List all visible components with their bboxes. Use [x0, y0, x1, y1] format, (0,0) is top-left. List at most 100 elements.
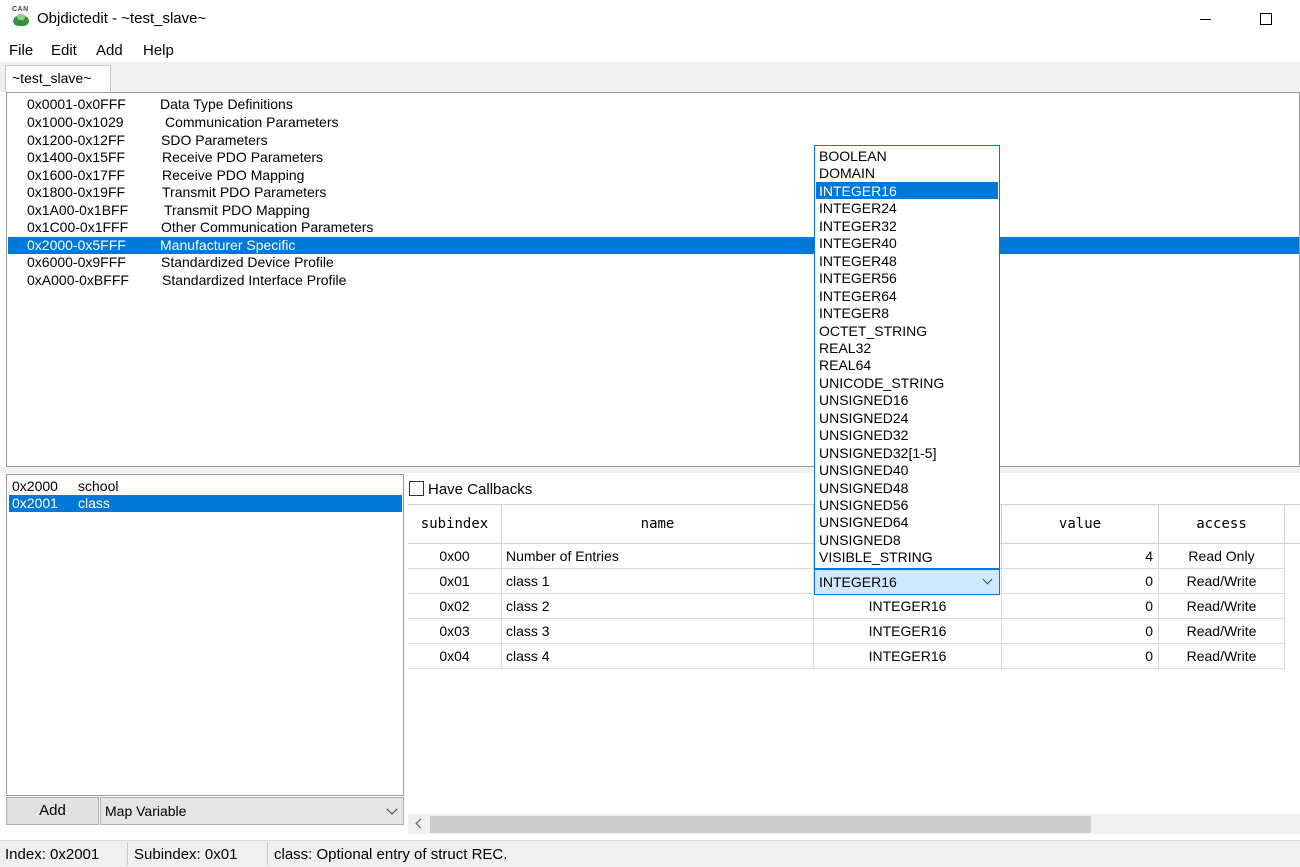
minimize-button[interactable]	[1195, 10, 1217, 28]
entry-row-selected[interactable]: 0x2001 class	[9, 495, 402, 512]
menu-bar: File Edit Add Help	[0, 38, 1300, 62]
type-option[interactable]: UNSIGNED24	[816, 409, 998, 427]
type-option[interactable]: REAL64	[816, 356, 998, 374]
range-row[interactable]: 0x6000-0x9FFF Standardized Device Profile	[8, 254, 1299, 272]
cell-access[interactable]: Read/Write	[1159, 644, 1285, 669]
header-access[interactable]: access	[1159, 504, 1285, 544]
cell-access[interactable]: Read/Write	[1159, 619, 1285, 644]
cell-type[interactable]: INTEGER16	[814, 594, 1002, 619]
menu-help[interactable]: Help	[143, 42, 174, 59]
header-name[interactable]: name	[502, 504, 814, 544]
cell-subindex[interactable]: 0x04	[408, 644, 502, 669]
menu-file[interactable]: File	[9, 42, 33, 59]
header-subindex[interactable]: subindex	[408, 504, 502, 544]
type-option[interactable]: UNICODE_STRING	[816, 374, 998, 392]
range-row[interactable]: 0x1A00-0x1BFF Transmit PDO Mapping	[8, 201, 1299, 220]
range-row[interactable]: 0xA000-0xBFFF Standardized Interface Prof…	[8, 271, 1299, 290]
type-option[interactable]: VISIBLE_STRING	[816, 548, 998, 566]
range-desc: Transmit PDO Parameters	[162, 184, 327, 200]
range-row[interactable]: 0x1800-0x19FF Transmit PDO Parameters	[8, 184, 1299, 202]
range-row[interactable]: 0x1C00-0x1FFF Other Communication Paramet…	[8, 219, 1299, 237]
range-code: 0xA000-0xBFFF	[27, 271, 129, 288]
map-variable-value: Map Variable	[105, 803, 187, 819]
cell-subindex[interactable]: 0x01	[408, 569, 502, 594]
type-option[interactable]: UNSIGNED16	[816, 391, 998, 409]
cell-name[interactable]: Number of Entries	[502, 544, 814, 569]
type-option[interactable]: INTEGER56	[816, 269, 998, 287]
cell-value[interactable]: 0	[1002, 619, 1159, 644]
type-option[interactable]: OCTET_STRING	[816, 322, 998, 340]
range-row[interactable]: 0x1200-0x12FF SDO Parameters	[8, 131, 1299, 150]
cell-name[interactable]: class 1	[502, 569, 814, 594]
header-value[interactable]: value	[1002, 504, 1159, 544]
type-combo-value: INTEGER16	[819, 574, 897, 590]
entry-list[interactable]: 0x2000 school 0x2001 class	[6, 474, 404, 796]
range-desc: Manufacturer Specific	[160, 236, 296, 253]
cell-name[interactable]: class 2	[502, 594, 814, 619]
type-option[interactable]: INTEGER40	[816, 234, 998, 252]
type-option[interactable]: REAL32	[816, 339, 998, 357]
status-separator	[127, 843, 128, 865]
range-row[interactable]: 0x1000-0x1029 Communication Parameters	[8, 114, 1299, 132]
range-row[interactable]: 0x1400-0x15FF Receive PDO Parameters	[8, 149, 1299, 167]
type-option[interactable]: BOOLEAN	[816, 147, 998, 165]
tab-label: ~test_slave~	[12, 70, 92, 86]
have-callbacks-label: Have Callbacks	[428, 481, 533, 498]
type-option[interactable]: UNSIGNED64	[816, 513, 998, 531]
type-option[interactable]: UNSIGNED8	[816, 531, 998, 549]
type-option[interactable]: UNSIGNED56	[816, 496, 998, 514]
cell-name[interactable]: class 3	[502, 619, 814, 644]
maximize-button[interactable]	[1255, 10, 1277, 28]
type-dropdown-list[interactable]: BOOLEAN DOMAIN INTEGER16 INTEGER24 INTEGER32…	[814, 145, 1000, 569]
scrollbar-thumb[interactable]	[430, 816, 1091, 833]
type-option[interactable]: INTEGER32	[816, 217, 998, 235]
range-code: 0x0001-0x0FFF	[27, 96, 126, 112]
cell-type[interactable]: INTEGER16	[814, 619, 1002, 644]
add-button[interactable]: Add	[6, 797, 99, 825]
range-code: 0x1000-0x1029	[27, 114, 124, 130]
index-range-list[interactable]: 0x0001-0x0FFF Data Type Definitions 0x100…	[6, 92, 1300, 467]
range-code: 0x1A00-0x1BFF	[27, 201, 129, 218]
type-option[interactable]: UNSIGNED32[1-5]	[816, 444, 998, 462]
menu-edit[interactable]: Edit	[51, 42, 77, 59]
cell-subindex[interactable]: 0x03	[408, 619, 502, 644]
range-row-selected[interactable]: 0x2000-0x5FFF Manufacturer Specific	[8, 236, 1299, 254]
cell-type[interactable]: INTEGER16	[814, 644, 1002, 669]
menu-add[interactable]: Add	[96, 42, 123, 59]
cell-value[interactable]: 0	[1002, 594, 1159, 619]
cell-name[interactable]: class 4	[502, 644, 814, 669]
entry-index: 0x2000	[12, 478, 58, 494]
type-option[interactable]: UNSIGNED40	[816, 461, 998, 479]
range-code: 0x6000-0x9FFF	[27, 254, 126, 270]
type-option[interactable]: UNSIGNED48	[816, 479, 998, 497]
scroll-left-arrow-icon[interactable]	[410, 815, 428, 833]
cell-value[interactable]: 4	[1002, 544, 1159, 569]
type-combo-editor[interactable]: INTEGER16	[814, 569, 1000, 595]
tab-test-slave[interactable]: ~test_slave~	[5, 65, 111, 92]
type-option[interactable]: INTEGER48	[816, 252, 998, 270]
range-row[interactable]: 0x1600-0x17FF Receive PDO Mapping	[8, 167, 1299, 185]
type-option[interactable]: INTEGER64	[816, 287, 998, 305]
type-option[interactable]: INTEGER24	[816, 199, 998, 217]
entry-row[interactable]: 0x2000 school	[9, 478, 402, 495]
type-option[interactable]: UNSIGNED32	[816, 426, 998, 444]
cell-access[interactable]: Read/Write	[1159, 569, 1285, 594]
type-option[interactable]: INTEGER8	[816, 304, 998, 322]
cell-subindex[interactable]: 0x02	[408, 594, 502, 619]
cell-value[interactable]: 0	[1002, 569, 1159, 594]
type-option[interactable]: DOMAIN	[816, 164, 998, 182]
app-icon-text: CAN	[12, 6, 29, 13]
window-title: Objdictedit - ~test_slave~	[37, 10, 207, 27]
type-option[interactable]: INTEGER16	[816, 181, 998, 200]
status-subindex: Subindex: 0x01	[134, 846, 238, 863]
panel-splitter[interactable]	[0, 467, 1300, 473]
cell-value[interactable]: 0	[1002, 644, 1159, 669]
status-index: Index: 0x2001	[5, 846, 100, 863]
cell-subindex[interactable]: 0x00	[408, 544, 502, 569]
range-row[interactable]: 0x0001-0x0FFF Data Type Definitions	[8, 96, 1299, 114]
map-variable-select[interactable]: Map Variable	[100, 797, 404, 825]
range-desc: SDO Parameters	[161, 131, 268, 148]
cell-access[interactable]: Read Only	[1159, 544, 1285, 569]
have-callbacks-checkbox[interactable]	[409, 481, 424, 496]
cell-access[interactable]: Read/Write	[1159, 594, 1285, 619]
